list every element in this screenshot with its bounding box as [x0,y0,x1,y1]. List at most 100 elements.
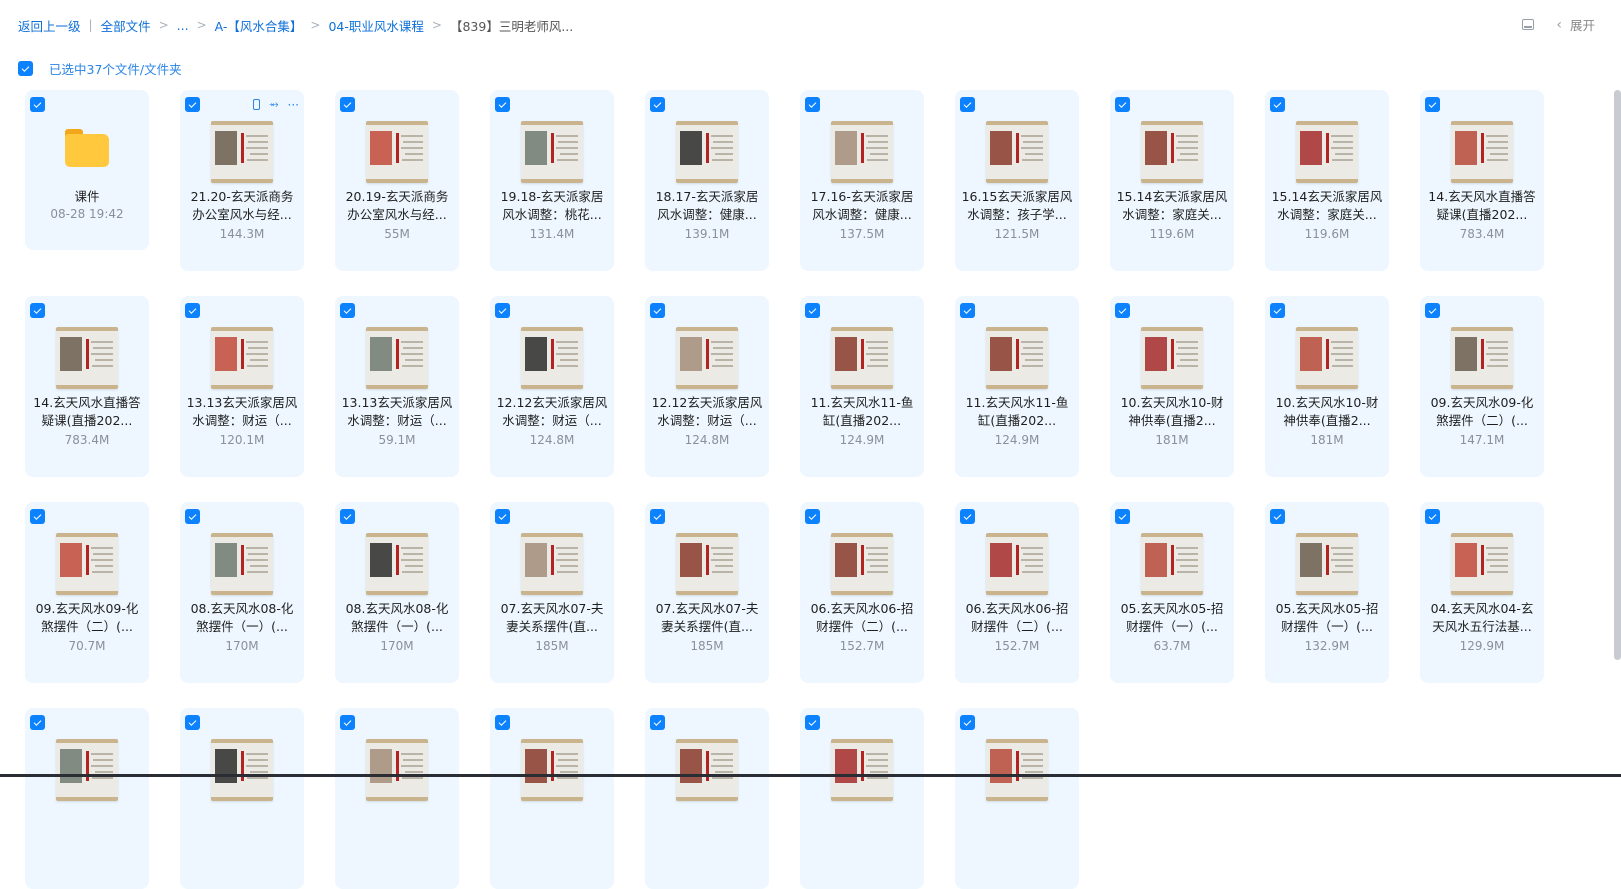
file-checkbox[interactable] [495,97,510,112]
file-card[interactable]: 06.玄天风水06-招财摆件（二）(... 152.7M [955,502,1079,683]
file-checkbox[interactable] [30,97,45,112]
file-checkbox[interactable] [1115,303,1130,318]
file-checkbox[interactable] [1270,303,1285,318]
file-card[interactable]: 05.玄天风水05-招财摆件（一）(... 132.9M [1265,502,1389,683]
file-card[interactable]: 15.14玄天派家居风水调整：家庭关... 119.6M [1265,90,1389,271]
breadcrumb-ellipsis[interactable]: ... [177,18,189,33]
file-card[interactable]: ⥇ ··· 21.20-玄天派商务办公室风水与经... 144.3M [180,90,304,271]
file-card[interactable]: 11.玄天风水11-鱼缸(直播202... 124.9M [955,296,1079,477]
file-card[interactable]: 14.玄天风水直播答疑课(直播202... 783.4M [1420,90,1544,271]
chevron-right-icon: > [196,18,207,32]
file-card[interactable] [645,708,769,889]
file-checkbox[interactable] [1115,97,1130,112]
file-checkbox[interactable] [340,509,355,524]
file-card[interactable]: 13.13玄天派家居风水调整：财运（... 120.1M [180,296,304,477]
folder-card[interactable]: 课件 08-28 19:42 [25,90,149,250]
select-all-checkbox[interactable] [18,61,33,76]
file-card[interactable]: 13.13玄天派家居风水调整：财运（... 59.1M [335,296,459,477]
back-link[interactable]: 返回上一级 [18,16,81,35]
file-card[interactable]: 16.15玄天派家居风水调整：孩子学... 121.5M [955,90,1079,271]
expand-button[interactable]: 展开 [1570,15,1595,34]
breadcrumb-all-files[interactable]: 全部文件 [101,16,151,35]
file-checkbox[interactable] [805,715,820,730]
file-checkbox[interactable] [185,509,200,524]
file-name: 13.13玄天派家居风水调整：财运（... [341,395,453,428]
file-card[interactable]: 20.19-玄天派商务办公室风水与经... 55M [335,90,459,271]
file-card[interactable]: 04.玄天风水04-玄天风水五行法基... 129.9M [1420,502,1544,683]
file-card[interactable]: 18.17-玄天派家居风水调整：健康... 139.1M [645,90,769,271]
file-card[interactable] [490,708,614,889]
file-card[interactable]: 06.玄天风水06-招财摆件（二）(... 152.7M [800,502,924,683]
file-card[interactable]: 09.玄天风水09-化煞摆件（二）(... 70.7M [25,502,149,683]
file-card[interactable]: 11.玄天风水11-鱼缸(直播202... 124.9M [800,296,924,477]
video-thumbnail [211,327,273,389]
mobile-icon[interactable] [252,99,260,110]
chevron-left-icon[interactable]: ‹ [1556,17,1562,33]
file-checkbox[interactable] [960,97,975,112]
file-card[interactable]: 15.14玄天派家居风水调整：家庭关... 119.6M [1110,90,1234,271]
file-card[interactable]: 14.玄天风水直播答疑课(直播202... 783.4M [25,296,149,477]
file-card[interactable]: 08.玄天风水08-化煞摆件（一）(... 170M [180,502,304,683]
file-checkbox[interactable] [185,715,200,730]
file-checkbox[interactable] [495,303,510,318]
file-checkbox[interactable] [185,303,200,318]
file-checkbox[interactable] [30,509,45,524]
file-size: 124.8M [684,433,730,447]
file-checkbox[interactable] [30,303,45,318]
file-checkbox[interactable] [960,509,975,524]
file-checkbox[interactable] [805,509,820,524]
file-name: 09.玄天风水09-化煞摆件（二）(... [1430,395,1534,428]
file-name: 11.玄天风水11-鱼缸(直播202... [810,395,914,428]
file-checkbox[interactable] [960,303,975,318]
file-card[interactable]: 10.玄天风水10-财神供奉(直播2... 181M [1110,296,1234,477]
file-checkbox[interactable] [1270,97,1285,112]
file-card[interactable]: 12.12玄天派家居风水调整：财运（... 124.8M [645,296,769,477]
file-card[interactable]: 07.玄天风水07-夫妻关系摆件(直... 185M [490,502,614,683]
share-icon[interactable]: ⥇ [269,97,279,112]
file-card[interactable] [180,708,304,889]
video-thumbnail [831,533,893,595]
file-checkbox[interactable] [650,303,665,318]
file-checkbox[interactable] [650,715,665,730]
file-checkbox[interactable] [340,303,355,318]
breadcrumb-fengshui-collection[interactable]: A-【风水合集】 [215,16,303,35]
file-card[interactable]: 09.玄天风水09-化煞摆件（二）(... 147.1M [1420,296,1544,477]
file-checkbox[interactable] [30,715,45,730]
file-checkbox[interactable] [340,97,355,112]
file-checkbox[interactable] [1270,509,1285,524]
file-checkbox[interactable] [340,715,355,730]
file-card[interactable] [335,708,459,889]
file-card[interactable]: 12.12玄天派家居风水调整：财运（... 124.8M [490,296,614,477]
file-card[interactable] [955,708,1079,889]
file-name: 15.14玄天派家居风水调整：家庭关... [1116,189,1228,222]
file-card[interactable]: 08.玄天风水08-化煞摆件（一）(... 170M [335,502,459,683]
chevron-right-icon: > [310,18,321,32]
file-checkbox[interactable] [960,715,975,730]
file-card[interactable] [25,708,149,889]
file-checkbox[interactable] [1425,97,1440,112]
file-name: 08.玄天风水08-化煞摆件（一）(... [345,601,449,634]
file-checkbox[interactable] [805,97,820,112]
file-checkbox[interactable] [805,303,820,318]
file-checkbox[interactable] [1115,509,1130,524]
file-size: 121.5M [994,227,1040,241]
file-name: 14.玄天风水直播答疑课(直播202... [1428,189,1536,222]
file-checkbox[interactable] [1425,303,1440,318]
scrollbar[interactable] [1614,90,1621,660]
file-checkbox[interactable] [495,715,510,730]
file-card[interactable]: 19.18-玄天派家居风水调整：桃花... 131.4M [490,90,614,271]
file-checkbox[interactable] [650,509,665,524]
file-checkbox[interactable] [185,97,200,112]
file-card[interactable] [800,708,924,889]
file-checkbox[interactable] [650,97,665,112]
file-checkbox[interactable] [1425,509,1440,524]
file-card[interactable]: 05.玄天风水05-招财摆件（一）(... 63.7M [1110,502,1234,683]
more-icon[interactable]: ··· [288,98,299,112]
breadcrumb-course[interactable]: 04-职业风水课程 [328,16,423,35]
file-card[interactable]: 07.玄天风水07-夫妻关系摆件(直... 185M [645,502,769,683]
file-card[interactable]: 17.16-玄天派家居风水调整：健康... 137.5M [800,90,924,271]
video-thumbnail [676,121,738,183]
file-card[interactable]: 10.玄天风水10-财神供奉(直播2... 181M [1265,296,1389,477]
panel-toggle-icon[interactable] [1522,19,1535,30]
file-checkbox[interactable] [495,509,510,524]
